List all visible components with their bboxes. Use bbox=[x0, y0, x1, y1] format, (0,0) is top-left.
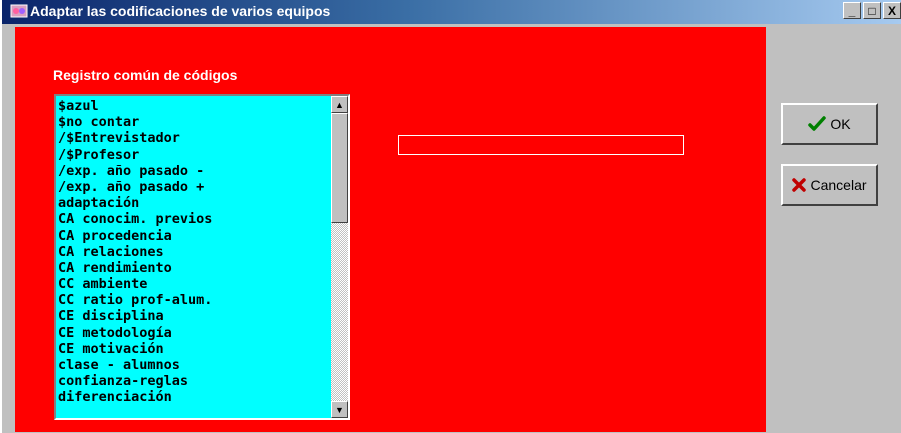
list-item[interactable]: adaptación bbox=[58, 195, 320, 211]
list-item[interactable]: $azul bbox=[58, 98, 320, 114]
list-item[interactable]: diferenciación bbox=[58, 389, 320, 405]
list-item[interactable]: CC ratio prof-alum. bbox=[58, 292, 320, 308]
x-mark-icon bbox=[792, 178, 807, 192]
checkmark-icon bbox=[808, 116, 827, 132]
list-item[interactable]: /$Profesor bbox=[58, 147, 320, 163]
list-item[interactable]: clase - alumnos bbox=[58, 357, 320, 373]
list-item[interactable]: CA procedencia bbox=[58, 228, 320, 244]
codes-listbox[interactable]: $azul $no contar /$Entrevistador /$Profe… bbox=[54, 94, 350, 420]
window-content: Registro común de códigos $azul $no cont… bbox=[2, 24, 901, 433]
cancel-button[interactable]: Cancelar bbox=[781, 164, 878, 206]
list-item[interactable]: /exp. año pasado + bbox=[58, 179, 320, 195]
scroll-down-button[interactable]: ▼ bbox=[331, 401, 348, 418]
scroll-thumb[interactable] bbox=[331, 113, 348, 223]
title-bar[interactable]: Adaptar las codificaciones de varios equ… bbox=[2, 0, 901, 24]
minimize-button[interactable]: _ bbox=[843, 2, 861, 19]
app-icon[interactable] bbox=[10, 3, 28, 19]
dialog-window: Adaptar las codificaciones de varios equ… bbox=[0, 0, 901, 433]
cancel-button-label: Cancelar bbox=[810, 177, 867, 193]
list-item[interactable]: CA relaciones bbox=[58, 244, 320, 260]
list-item[interactable]: confianza-reglas bbox=[58, 373, 320, 389]
caption-buttons: _ □ X bbox=[843, 2, 901, 22]
list-item[interactable]: CE disciplina bbox=[58, 308, 320, 324]
codes-list-items: $azul $no contar /$Entrevistador /$Profe… bbox=[58, 98, 320, 406]
list-item[interactable]: CA rendimiento bbox=[58, 260, 320, 276]
window-title: Adaptar las codificaciones de varios equ… bbox=[30, 3, 331, 19]
codes-list-label: Registro común de códigos bbox=[53, 67, 238, 83]
list-item[interactable]: CE motivación bbox=[58, 341, 320, 357]
up-arrow-icon: ▲ bbox=[335, 99, 344, 110]
maximize-button[interactable]: □ bbox=[863, 2, 881, 19]
close-button[interactable]: X bbox=[883, 2, 901, 19]
list-scrollbar[interactable]: ▲ ▼ bbox=[331, 96, 348, 418]
code-text-field[interactable] bbox=[398, 135, 684, 155]
list-item[interactable]: CA conocim. previos bbox=[58, 211, 320, 227]
list-item[interactable]: /$Entrevistador bbox=[58, 130, 320, 146]
list-item[interactable]: /exp. año pasado - bbox=[58, 163, 320, 179]
down-arrow-icon: ▼ bbox=[335, 404, 344, 415]
list-item[interactable]: $no contar bbox=[58, 114, 320, 130]
scroll-up-button[interactable]: ▲ bbox=[331, 96, 348, 113]
list-item[interactable]: CC ambiente bbox=[58, 276, 320, 292]
ok-button-label: OK bbox=[830, 116, 851, 132]
list-item[interactable]: CE metodología bbox=[58, 325, 320, 341]
ok-button[interactable]: OK bbox=[781, 103, 878, 145]
